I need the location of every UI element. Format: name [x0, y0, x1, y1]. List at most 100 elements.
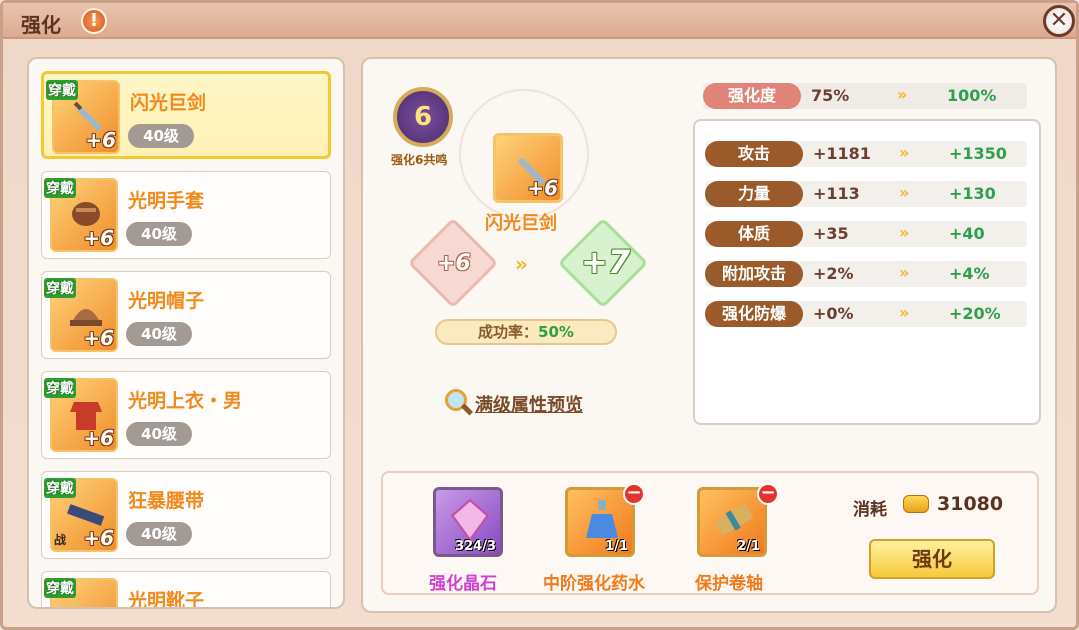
item-name: 狂暴腰带	[128, 490, 205, 512]
stat-current: +113	[813, 184, 860, 203]
stat-row: 攻击 +1181 » +1350	[705, 141, 1027, 167]
equipped-tag: 穿戴	[44, 178, 76, 198]
scroll-icon[interactable]: 2/1	[697, 487, 767, 557]
cost-value: 31080	[937, 493, 1004, 515]
stat-row: 体质 +35 » +40	[705, 221, 1027, 247]
war-tag: 战	[54, 533, 67, 547]
equipped-tag: 穿戴	[44, 378, 76, 398]
resonance-label: 强化6共鸣	[391, 153, 448, 167]
degree-label: 强化度	[703, 83, 801, 109]
selected-item-name: 闪光巨剑	[485, 213, 557, 234]
chevron-right-icon: »	[899, 303, 909, 322]
enhance-window: 强化 ! ✕ 穿戴 +6 闪光巨剑 40级 穿戴 +6 光明手套 40级 穿戴 …	[0, 0, 1079, 630]
level-badge: 40级	[126, 322, 192, 346]
level-badge: 40级	[126, 222, 192, 246]
item-name: 光明靴子	[128, 590, 205, 609]
list-item[interactable]: 穿戴 +6 光明上衣・男 40级	[41, 371, 331, 459]
level-badge: 40级	[126, 422, 192, 446]
list-item[interactable]: 穿戴 光明靴子	[41, 571, 331, 609]
success-rate: 成功率：50%	[435, 319, 617, 345]
item-name: 光明帽子	[128, 290, 205, 312]
level-badge: 40级	[126, 522, 192, 546]
item-name: 光明上衣・男	[128, 390, 243, 412]
enhance-degree-row: 强化度 75% » 100%	[703, 83, 1027, 109]
stat-current: +1181	[813, 144, 871, 163]
enhance-button[interactable]: 强化	[869, 539, 995, 579]
stat-next: +20%	[949, 304, 1001, 323]
material-name: 保护卷轴	[695, 574, 763, 594]
stat-row: 强化防爆 +0% » +20%	[705, 301, 1027, 327]
chevron-right-icon: »	[899, 143, 909, 162]
chevron-right-icon: »	[899, 223, 909, 242]
degree-current: 75%	[811, 86, 850, 105]
chevron-right-icon: »	[897, 85, 907, 104]
magnifier-handle	[460, 403, 474, 416]
stat-label: 强化防爆	[705, 301, 803, 327]
list-item[interactable]: 穿戴 +6 光明帽子 40级	[41, 271, 331, 359]
title-bar: 强化 ! ✕	[3, 3, 1076, 39]
remove-potion-button[interactable]: −	[623, 483, 645, 505]
enhance-level: +6	[527, 176, 558, 200]
item-list[interactable]: 穿戴 +6 闪光巨剑 40级 穿戴 +6 光明手套 40级 穿戴 +6 光明帽子…	[27, 57, 345, 609]
info-icon[interactable]: !	[81, 8, 107, 34]
boots-icon: 穿戴	[44, 578, 118, 607]
material-count: 2/1	[737, 539, 760, 554]
equipped-tag: 穿戴	[46, 80, 78, 100]
remove-scroll-button[interactable]: −	[757, 483, 779, 505]
stat-next: +4%	[949, 264, 990, 283]
equipped-tag: 穿戴	[44, 278, 76, 298]
item-name: 光明手套	[128, 190, 205, 212]
equipped-tag: 穿戴	[44, 478, 76, 498]
stats-box: 攻击 +1181 » +1350 力量 +113 » +130 体质 +35 »…	[693, 119, 1041, 425]
stat-current: +0%	[813, 304, 854, 323]
stat-current: +35	[813, 224, 849, 243]
stat-label: 攻击	[705, 141, 803, 167]
material-name: 强化晶石	[429, 574, 497, 594]
material-name: 中阶强化药水	[543, 574, 645, 594]
material-count: 324/3	[455, 539, 496, 554]
list-item[interactable]: 穿戴 +6 闪光巨剑 40级	[41, 71, 331, 159]
degree-next: 100%	[947, 86, 997, 105]
enhance-level: +6	[83, 326, 114, 350]
material-count: 1/1	[605, 539, 628, 554]
hat-icon: 穿戴 +6	[44, 278, 118, 352]
close-button[interactable]: ✕	[1043, 5, 1075, 37]
sword-icon: 穿戴 +6	[46, 80, 120, 154]
list-item[interactable]: 穿戴 +6 光明手套 40级	[41, 171, 331, 259]
resonance-medal-icon[interactable]: 6	[393, 87, 453, 147]
window-title: 强化	[21, 13, 61, 37]
belt-icon: 穿戴 战 +6	[44, 478, 118, 552]
chevron-right-icon: »	[899, 263, 909, 282]
item-name: 闪光巨剑	[130, 92, 207, 114]
stat-next: +130	[949, 184, 996, 203]
stat-row: 附加攻击 +2% » +4%	[705, 261, 1027, 287]
enhance-level: +6	[83, 226, 114, 250]
success-rate-label: 成功率：	[478, 323, 539, 341]
selected-sword-icon: +6	[493, 133, 563, 203]
armor-icon: 穿戴 +6	[44, 378, 118, 452]
enhance-level: +6	[85, 128, 116, 152]
gold-coin-icon	[903, 495, 929, 513]
crystal-icon[interactable]: 324/3	[433, 487, 503, 557]
current-level: +6	[437, 251, 471, 276]
arrow-icon: »	[515, 252, 528, 276]
enhance-level: +6	[83, 526, 114, 550]
stat-label: 附加攻击	[705, 261, 803, 287]
equipped-tag: 穿戴	[44, 578, 76, 598]
chevron-right-icon: »	[899, 183, 909, 202]
max-level-preview-link[interactable]: 满级属性预览	[475, 391, 583, 417]
list-item[interactable]: 穿戴 战 +6 狂暴腰带 40级	[41, 471, 331, 559]
materials-box: 324/3 强化晶石 1/1 − 中阶强化药水 2/1 − 保护卷轴 消耗 31…	[381, 471, 1039, 595]
cost-label: 消耗	[853, 500, 887, 520]
enhance-level: +6	[83, 426, 114, 450]
stat-row: 力量 +113 » +130	[705, 181, 1027, 207]
stat-current: +2%	[813, 264, 854, 283]
stat-next: +40	[949, 224, 985, 243]
glove-icon: 穿戴 +6	[44, 178, 118, 252]
stat-label: 体质	[705, 221, 803, 247]
stat-next: +1350	[949, 144, 1007, 163]
next-level: +7	[581, 243, 631, 281]
level-badge: 40级	[128, 124, 194, 148]
stat-label: 力量	[705, 181, 803, 207]
success-rate-value: 50%	[538, 323, 574, 341]
